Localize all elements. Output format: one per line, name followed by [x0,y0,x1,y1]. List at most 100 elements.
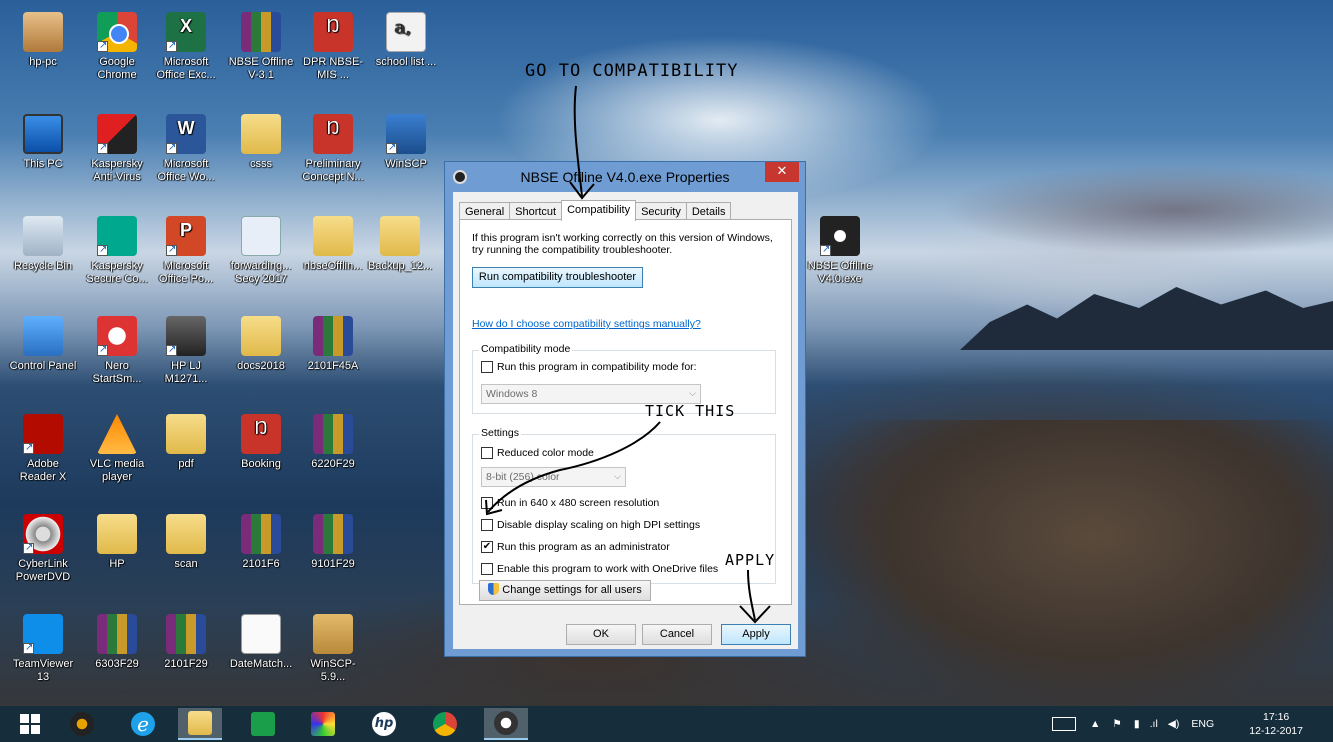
properties-dialog: NBSE Offline V4.0.exe Properties ✕ Gener… [444,161,806,657]
run-as-admin-checkbox[interactable]: ✔ [481,541,493,553]
volume-icon[interactable]: ◀) [1168,718,1180,730]
folder-icon [97,514,137,554]
change-all-users-button[interactable]: Change settings for all users [479,580,651,601]
desktop-icon-adobe-reader[interactable]: Adobe Reader X [9,414,77,484]
desktop-icon-nbse-offline-v31[interactable]: NBSE Offline V-3.1 [227,12,295,82]
desktop-icon-docs2018[interactable]: docs2018 [227,316,295,373]
folder-icon [380,216,420,256]
desktop-icon-datematch[interactable]: DateMatch... [227,614,295,671]
start-button[interactable] [8,708,52,740]
tab-compatibility[interactable]: Compatibility [561,200,637,221]
taskbar-internet-explorer[interactable]: e [121,708,165,740]
winrar-archive-icon [313,316,353,356]
compatibility-mode-title: Compatibility mode [479,343,573,355]
close-button[interactable]: ✕ [765,162,799,182]
paint-app-icon [311,712,335,736]
res-640-checkbox[interactable] [481,497,493,509]
run-troubleshooter-button[interactable]: Run compatibility troubleshooter [472,267,643,288]
desktop-icon-kaspersky-secure[interactable]: Kaspersky Secure Co... [83,216,151,286]
compat-mode-checkbox-row[interactable]: Run this program in compatibility mode f… [481,361,697,373]
desktop-icon-chrome[interactable]: Google Chrome [83,12,151,82]
folder-icon [241,316,281,356]
signal-icon[interactable]: .ıl [1150,718,1158,730]
annotation-go-to-compatibility: GO TO COMPATIBILITY [525,61,739,81]
onedrive-row[interactable]: Enable this program to work with OneDriv… [481,563,718,575]
word-document-icon [241,216,281,256]
compat-mode-checkbox[interactable] [481,361,493,373]
tab-details[interactable]: Details [685,202,732,220]
desktop-icon-nero[interactable]: Nero StartSm... [83,316,151,386]
desktop-icon-2101f29[interactable]: 2101F29 [152,614,220,671]
onedrive-checkbox[interactable] [481,563,493,575]
dialog-titlebar[interactable]: NBSE Offline V4.0.exe Properties ✕ [445,162,805,192]
flag-icon[interactable]: ⚑ [1112,718,1121,730]
desktop-icon-2101f45a[interactable]: 2101F45A [299,316,367,373]
desktop-icon-scan[interactable]: scan [152,514,220,571]
desktop-icon-school-list[interactable]: school list ... [372,12,440,69]
desktop-icon-powerpoint[interactable]: Microsoft Office Po... [152,216,220,286]
wallpaper-rock [800,420,1333,710]
dialog-body: General Shortcut Compatibility Security … [453,192,798,649]
desktop-icon-this-pc[interactable]: This PC [9,114,77,171]
desktop-icon-powerdvd[interactable]: CyberLink PowerDVD [9,514,77,584]
clock[interactable]: 17:16 12-12-2017 [1249,710,1303,738]
desktop-icon-2101f6[interactable]: 2101F6 [227,514,295,571]
desktop-icon-recycle-bin[interactable]: Recycle Bin [9,216,77,273]
desktop-icon-hp-pc[interactable]: hp-pc [9,12,77,69]
taskbar-hp[interactable]: hp [362,708,406,740]
desktop-icon-9101f29[interactable]: 9101F29 [299,514,367,571]
taskbar-nbse-app[interactable] [484,708,528,740]
desktop-icon-nbseofflin[interactable]: nbseOfflin... [299,216,367,273]
help-link[interactable]: How do I choose compatibility settings m… [472,318,701,330]
desktop-icon-forwarding[interactable]: forwarding... Secy 2017 [227,216,295,286]
control-panel-icon [23,316,63,356]
desktop-icon-backup[interactable]: Backup_12... [366,216,434,273]
desktop-icon-hp-folder[interactable]: HP [83,514,151,571]
run-as-admin-row[interactable]: ✔ Run this program as an administrator [481,541,670,553]
show-hidden-icons-icon[interactable]: ▲ [1090,718,1100,730]
excel-icon [166,12,206,52]
powerdvd-icon [23,514,63,554]
desktop-icon-kaspersky[interactable]: Kaspersky Anti-Virus [83,114,151,184]
desktop-icon-winscp-installer[interactable]: WinSCP-5.9... [299,614,367,684]
desktop-icon-control-panel[interactable]: Control Panel [9,316,77,373]
desktop-icon-6303f29[interactable]: 6303F29 [83,614,151,671]
taskbar-media-player[interactable] [60,708,104,740]
desktop-icon-hp-lj[interactable]: HP LJ M1271... [152,316,220,386]
battery-icon[interactable]: ▮ [1134,718,1140,730]
taskbar-paint[interactable] [301,708,345,740]
taskbar-chrome[interactable] [423,708,467,740]
desktop-icon-word[interactable]: Microsoft Office Wo... [152,114,220,184]
res-640-row[interactable]: Run in 640 x 480 screen resolution [481,497,659,509]
dpi-scaling-row[interactable]: Disable display scaling on high DPI sett… [481,519,700,531]
dpi-scaling-checkbox[interactable] [481,519,493,531]
tab-general[interactable]: General [459,202,511,220]
folder-icon [166,514,206,554]
compatibility-panel: If this program isn't working correctly … [459,219,792,605]
taskbar-file-explorer[interactable] [178,708,222,740]
internet-explorer-icon: e [131,712,155,736]
desktop-icon-booking[interactable]: Booking [227,414,295,471]
desktop-icon-nbse-offline-exe[interactable]: NBSE Offline V4.0.exe [806,216,874,286]
keyboard-icon[interactable] [1052,717,1076,731]
reduced-color-row[interactable]: Reduced color mode [481,447,594,459]
desktop-icon-6220f29[interactable]: 6220F29 [299,414,367,471]
reduced-color-checkbox[interactable] [481,447,493,459]
desktop-icon-excel[interactable]: Microsoft Office Exc... [152,12,220,82]
desktop-icon-dpr-nbse-mis[interactable]: DPR NBSE-MIS ... [299,12,367,82]
kaspersky-secure-icon [97,216,137,256]
desktop-icon-winscp[interactable]: WinSCP [372,114,440,171]
desktop-icon-vlc[interactable]: VLC media player [83,414,151,484]
tab-shortcut[interactable]: Shortcut [509,202,563,220]
desktop-icon-preliminary[interactable]: Preliminary Concept N... [299,114,367,184]
tab-security[interactable]: Security [635,202,687,220]
language-indicator[interactable]: ENG [1191,718,1214,730]
ok-button[interactable]: OK [566,624,636,645]
apply-button[interactable]: Apply [721,624,791,645]
desktop-icon-teamviewer[interactable]: TeamViewer 13 [9,614,77,684]
adobe-reader-icon [23,414,63,454]
desktop-icon-pdf-folder[interactable]: pdf [152,414,220,471]
desktop-icon-csss[interactable]: csss [227,114,295,171]
cancel-button[interactable]: Cancel [642,624,712,645]
taskbar-store[interactable] [241,708,285,740]
